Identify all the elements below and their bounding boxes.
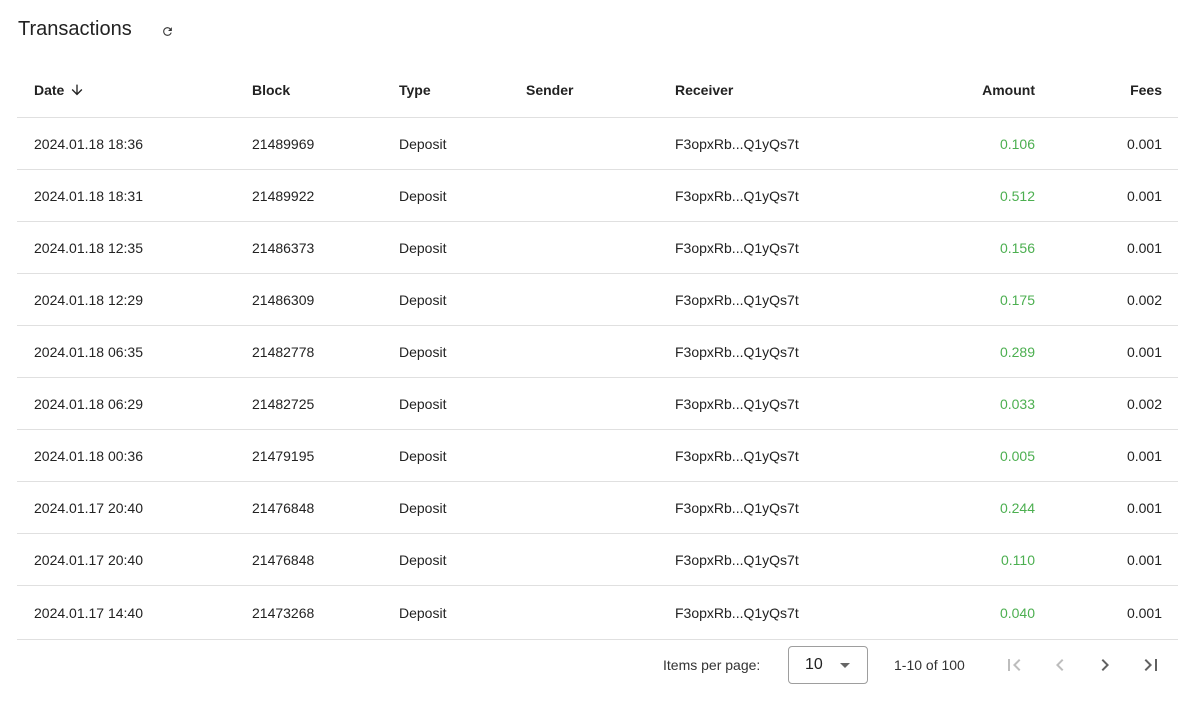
- cell-date: 2024.01.18 06:35: [34, 343, 143, 360]
- table-row[interactable]: 2024.01.18 12:29 21486309 Deposit F3opxR…: [17, 274, 1178, 326]
- cell-fees: 0.002: [1126, 395, 1162, 412]
- page-header: Transactions: [18, 14, 132, 44]
- table-row[interactable]: 2024.01.17 20:40 21476848 Deposit F3opxR…: [17, 482, 1178, 534]
- cell-type: Deposit: [399, 291, 447, 308]
- table-row[interactable]: 2024.01.18 12:35 21486373 Deposit F3opxR…: [17, 222, 1178, 274]
- table-row[interactable]: 2024.01.17 14:40 21473268 Deposit F3opxR…: [17, 586, 1178, 640]
- cell-block: 21482778: [252, 343, 315, 360]
- first-page-icon: [1002, 653, 1026, 677]
- cell-block: 21486309: [252, 291, 315, 308]
- cell-block: 21489969: [252, 135, 315, 152]
- table-row[interactable]: 2024.01.18 00:36 21479195 Deposit F3opxR…: [17, 430, 1178, 482]
- items-per-page-label: Items per page:: [663, 657, 761, 673]
- chevron-left-icon: [1048, 653, 1072, 677]
- cell-amount: 0.110: [1001, 551, 1035, 568]
- column-header-date[interactable]: Date: [34, 62, 85, 117]
- cell-fees: 0.001: [1126, 447, 1162, 464]
- next-page-button[interactable]: [1093, 653, 1117, 677]
- cell-receiver: F3opxRb...Q1yQs7t: [675, 551, 799, 568]
- cell-type: Deposit: [399, 551, 447, 568]
- refresh-icon: [161, 25, 174, 38]
- column-header-receiver: Receiver: [675, 81, 734, 98]
- cell-amount: 0.156: [999, 239, 1035, 256]
- column-header-fees: Fees: [1130, 81, 1162, 98]
- cell-type: Deposit: [399, 135, 447, 152]
- cell-amount: 0.175: [999, 291, 1035, 308]
- cell-block: 21476848: [252, 499, 315, 516]
- cell-type: Deposit: [399, 395, 447, 412]
- cell-date: 2024.01.18 12:35: [34, 239, 143, 256]
- cell-receiver: F3opxRb...Q1yQs7t: [675, 135, 799, 152]
- cell-date: 2024.01.17 20:40: [34, 551, 143, 568]
- last-page-button[interactable]: [1139, 653, 1163, 677]
- cell-date: 2024.01.18 18:36: [34, 135, 143, 152]
- cell-block: 21476848: [252, 551, 315, 568]
- cell-receiver: F3opxRb...Q1yQs7t: [675, 239, 799, 256]
- cell-amount: 0.289: [999, 343, 1035, 360]
- cell-type: Deposit: [399, 604, 447, 621]
- column-header-amount: Amount: [982, 81, 1035, 98]
- cell-fees: 0.001: [1126, 551, 1162, 568]
- cell-amount: 0.106: [999, 135, 1035, 152]
- cell-block: 21473268: [252, 604, 315, 621]
- cell-receiver: F3opxRb...Q1yQs7t: [675, 395, 799, 412]
- cell-amount: 0.512: [999, 187, 1035, 204]
- cell-type: Deposit: [399, 343, 447, 360]
- cell-date: 2024.01.18 12:29: [34, 291, 143, 308]
- first-page-button[interactable]: [1002, 653, 1026, 677]
- cell-fees: 0.001: [1126, 343, 1162, 360]
- table-row[interactable]: 2024.01.18 18:31 21489922 Deposit F3opxR…: [17, 170, 1178, 222]
- cell-date: 2024.01.17 20:40: [34, 499, 143, 516]
- table-row[interactable]: 2024.01.17 20:40 21476848 Deposit F3opxR…: [17, 534, 1178, 586]
- cell-receiver: F3opxRb...Q1yQs7t: [675, 499, 799, 516]
- cell-fees: 0.001: [1126, 499, 1162, 516]
- cell-amount: 0.005: [999, 447, 1035, 464]
- cell-fees: 0.002: [1126, 291, 1162, 308]
- column-header-type: Type: [399, 81, 431, 98]
- cell-type: Deposit: [399, 187, 447, 204]
- items-per-page-value: 10: [805, 656, 823, 673]
- previous-page-button[interactable]: [1048, 653, 1072, 677]
- last-page-icon: [1139, 653, 1163, 677]
- cell-fees: 0.001: [1126, 239, 1162, 256]
- column-header-sender: Sender: [526, 81, 574, 98]
- cell-block: 21486373: [252, 239, 315, 256]
- refresh-button[interactable]: [158, 22, 176, 40]
- column-header-block: Block: [252, 81, 291, 98]
- cell-type: Deposit: [399, 499, 447, 516]
- cell-amount: 0.033: [999, 395, 1035, 412]
- cell-receiver: F3opxRb...Q1yQs7t: [675, 447, 799, 464]
- cell-receiver: F3opxRb...Q1yQs7t: [675, 187, 799, 204]
- cell-block: 21479195: [252, 447, 315, 464]
- chevron-right-icon: [1093, 653, 1117, 677]
- cell-amount: 0.040: [999, 604, 1035, 621]
- table-row[interactable]: 2024.01.18 06:35 21482778 Deposit F3opxR…: [17, 326, 1178, 378]
- transactions-table: Date Block Type Sender Receiver Amount F…: [17, 62, 1178, 640]
- paginator: Items per page: 10 1-10 of 100: [17, 640, 1178, 690]
- table-header-row: Date Block Type Sender Receiver Amount F…: [17, 62, 1178, 118]
- arrow-down-icon: [69, 82, 85, 98]
- cell-receiver: F3opxRb...Q1yQs7t: [675, 343, 799, 360]
- cell-date: 2024.01.17 14:40: [34, 604, 143, 621]
- cell-receiver: F3opxRb...Q1yQs7t: [675, 291, 799, 308]
- dropdown-arrow-icon: [840, 663, 850, 668]
- table-row[interactable]: 2024.01.18 18:36 21489969 Deposit F3opxR…: [17, 118, 1178, 170]
- cell-block: 21482725: [252, 395, 315, 412]
- cell-fees: 0.001: [1126, 187, 1162, 204]
- cell-type: Deposit: [399, 447, 447, 464]
- cell-date: 2024.01.18 06:29: [34, 395, 143, 412]
- cell-amount: 0.244: [999, 499, 1035, 516]
- column-header-date-label: Date: [34, 81, 65, 98]
- items-per-page-select[interactable]: 10: [788, 646, 868, 684]
- cell-receiver: F3opxRb...Q1yQs7t: [675, 604, 799, 621]
- cell-type: Deposit: [399, 239, 447, 256]
- cell-fees: 0.001: [1126, 604, 1162, 621]
- range-label: 1-10 of 100: [894, 657, 965, 673]
- cell-date: 2024.01.18 00:36: [34, 447, 143, 464]
- cell-block: 21489922: [252, 187, 315, 204]
- cell-date: 2024.01.18 18:31: [34, 187, 143, 204]
- table-row[interactable]: 2024.01.18 06:29 21482725 Deposit F3opxR…: [17, 378, 1178, 430]
- cell-fees: 0.001: [1126, 135, 1162, 152]
- page-title: Transactions: [18, 17, 132, 40]
